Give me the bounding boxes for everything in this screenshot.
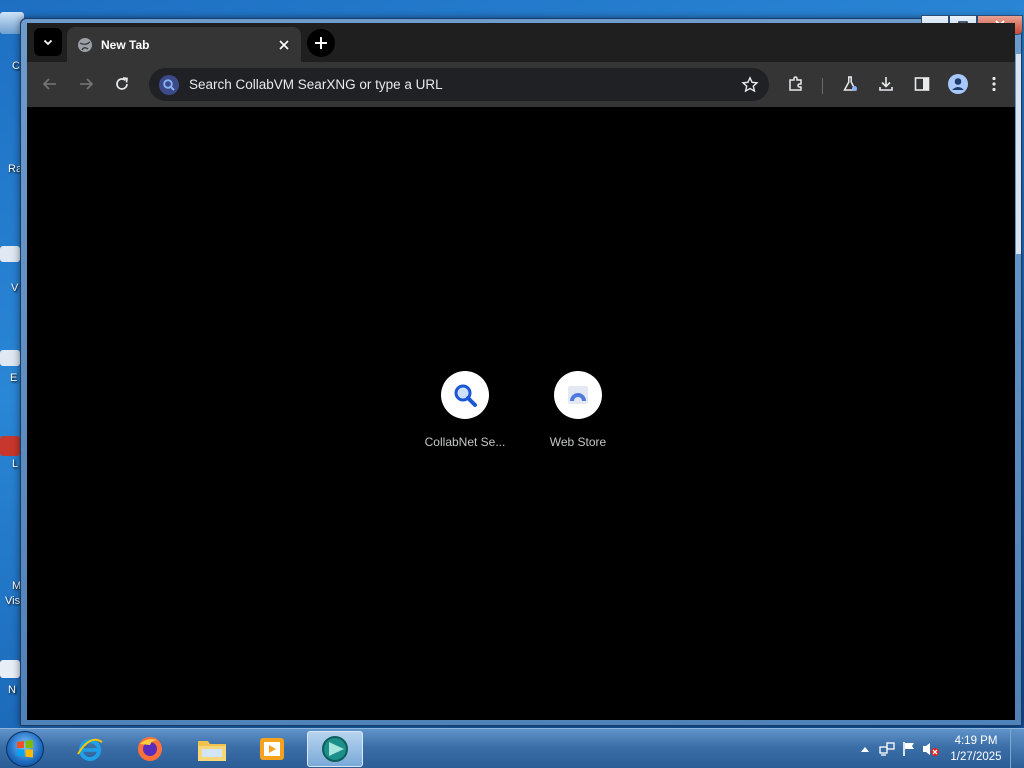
network-icon (879, 742, 895, 756)
browser-chrome: New Tab Search CollabVM SearXNG or type … (27, 23, 1015, 720)
clock-time: 4:19 PM (954, 735, 998, 747)
search-icon (159, 74, 179, 95)
address-input[interactable] (189, 77, 741, 92)
action-center-button[interactable] (898, 738, 920, 760)
flask-icon (843, 76, 857, 91)
shortcut-label: CollabNet Se... (424, 435, 506, 449)
search-icon (454, 384, 477, 407)
download-icon (879, 77, 893, 91)
desktop-label: E (10, 372, 18, 384)
browser-icon (322, 736, 348, 762)
windows-logo-icon (17, 740, 33, 758)
web-store-icon (568, 386, 588, 404)
extensions-button[interactable] (783, 71, 809, 97)
file-explorer-icon (198, 741, 226, 761)
desktop-label: C (12, 60, 20, 72)
new-tab-page: CollabNet Se... Web Store (27, 107, 1015, 720)
side-panel-icon (914, 77, 930, 91)
desktop-icon[interactable] (0, 350, 20, 366)
toolbar (27, 62, 1015, 107)
desktop-label: Vis (5, 595, 21, 607)
taskbar-firefox[interactable] (122, 731, 178, 767)
desktop-label: L (12, 458, 19, 470)
star-icon[interactable] (741, 75, 759, 94)
tab-search-button[interactable] (34, 28, 62, 56)
reload-icon (116, 77, 128, 90)
clock-date: 1/27/2025 (950, 751, 1002, 763)
shortcut-web-store[interactable]: Web Store (522, 371, 634, 449)
taskbar-browser[interactable] (307, 731, 363, 767)
shortcut-icon-circle (554, 371, 602, 419)
globe-icon (78, 37, 92, 52)
avatar-icon (948, 74, 968, 94)
desktop-icon[interactable] (0, 436, 20, 456)
tab-close-button[interactable] (275, 36, 293, 54)
shortcut-icon-circle (441, 371, 489, 419)
new-tab-button[interactable] (307, 29, 335, 57)
system-tray: 4:19 PM 1/27/2025 (854, 729, 1024, 768)
side-panel-button[interactable] (909, 71, 935, 97)
internet-explorer-icon (77, 738, 103, 761)
back-button[interactable] (37, 71, 63, 97)
desktop-icon[interactable] (0, 246, 20, 262)
volume-tray-button[interactable] (920, 738, 942, 760)
puzzle-icon (789, 76, 802, 91)
volume-muted-icon (923, 743, 939, 756)
taskbar: 4:19 PM 1/27/2025 (0, 728, 1024, 768)
close-icon (279, 39, 289, 50)
reload-button[interactable] (109, 71, 135, 97)
forward-button[interactable] (73, 71, 99, 97)
labs-button[interactable] (837, 71, 863, 97)
taskbar-file-explorer[interactable] (184, 731, 240, 767)
tab-strip: New Tab (27, 23, 1015, 62)
arrow-right-icon (80, 78, 94, 90)
omnibox[interactable] (149, 68, 769, 101)
desktop-label: N (8, 684, 16, 696)
chevron-down-icon (43, 39, 53, 46)
profile-button[interactable] (945, 71, 971, 97)
plus-icon (315, 37, 327, 49)
taskbar-media-player[interactable] (244, 731, 300, 767)
clock[interactable]: 4:19 PM 1/27/2025 (942, 733, 1010, 765)
arrow-left-icon (42, 78, 56, 90)
desktop-label: V (11, 282, 19, 294)
media-player-icon (260, 738, 284, 760)
network-tray-button[interactable] (876, 738, 898, 760)
shortcut-collabnet-search[interactable]: CollabNet Se... (409, 371, 521, 449)
chevron-up-icon (861, 747, 869, 752)
tab-title: New Tab (101, 37, 150, 52)
show-hidden-icons-button[interactable] (854, 738, 876, 760)
desktop-icon[interactable] (0, 660, 20, 678)
toolbar-separator (822, 78, 823, 94)
firefox-icon (138, 737, 162, 761)
menu-button[interactable] (981, 71, 1007, 97)
downloads-button[interactable] (873, 71, 899, 97)
taskbar-internet-explorer[interactable] (62, 731, 118, 767)
tab-new-tab[interactable]: New Tab (67, 27, 301, 62)
more-vertical-icon (992, 76, 996, 92)
start-button[interactable] (6, 731, 44, 767)
show-desktop-button[interactable] (1010, 729, 1024, 768)
shortcut-label: Web Store (549, 435, 607, 449)
browser-window: New Tab Search CollabVM SearXNG or type … (20, 15, 1023, 726)
flag-icon (903, 742, 914, 756)
scrollbar[interactable] (1016, 54, 1021, 254)
